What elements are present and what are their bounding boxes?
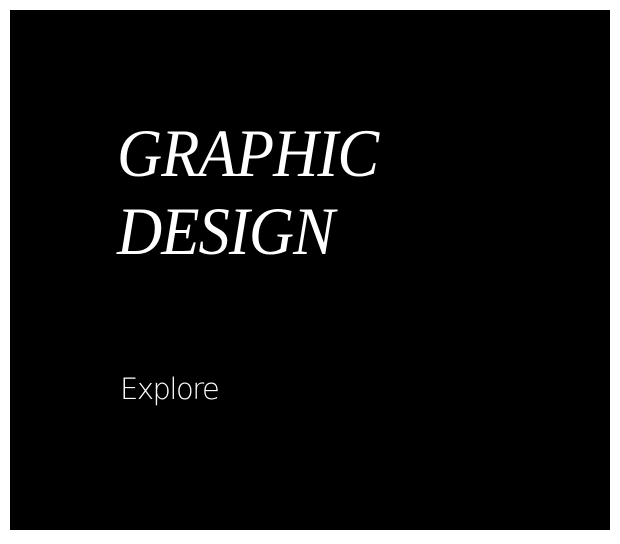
hero-title-line-2: DESIGN <box>117 193 335 269</box>
hero-title: GRAPHIC DESIGN <box>117 114 379 270</box>
hero-panel: GRAPHIC DESIGN Explore <box>10 10 610 530</box>
explore-link[interactable]: Explore <box>120 372 220 406</box>
hero-title-line-1: GRAPHIC <box>117 115 379 191</box>
